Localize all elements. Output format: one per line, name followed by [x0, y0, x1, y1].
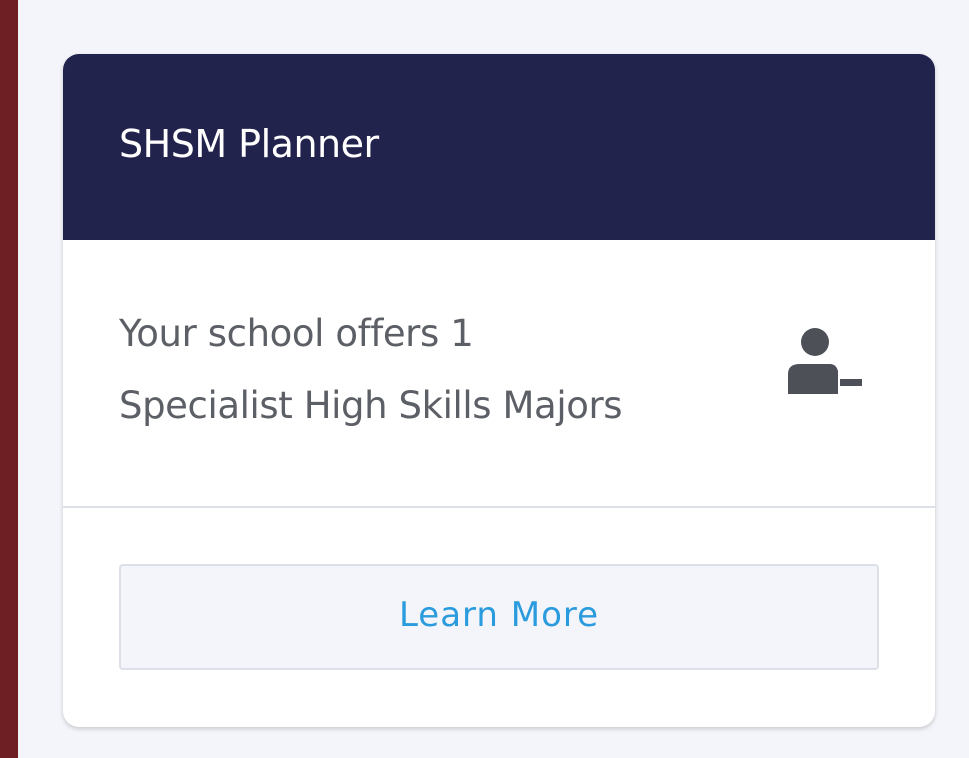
- learn-more-label: Learn More: [398, 595, 600, 635]
- card-header: SHSM Planner: [63, 54, 935, 240]
- offer-text-line-2: Specialist High Skills Majors: [119, 384, 623, 427]
- card-title: SHSM Planner: [119, 122, 379, 166]
- offer-text-line-1: Your school offers 1: [119, 312, 474, 355]
- offer-text: Your school offers 1 Specialist High Ski…: [119, 298, 759, 442]
- shsm-planner-card: SHSM Planner Your school offers 1 Specia…: [63, 54, 935, 727]
- card-footer: Learn More: [63, 508, 935, 727]
- learn-more-button[interactable]: Learn More: [119, 564, 879, 670]
- content-panel: SHSM Planner Your school offers 1 Specia…: [18, 0, 969, 758]
- person-remove-icon: [788, 328, 862, 394]
- card-body: Your school offers 1 Specialist High Ski…: [63, 240, 935, 508]
